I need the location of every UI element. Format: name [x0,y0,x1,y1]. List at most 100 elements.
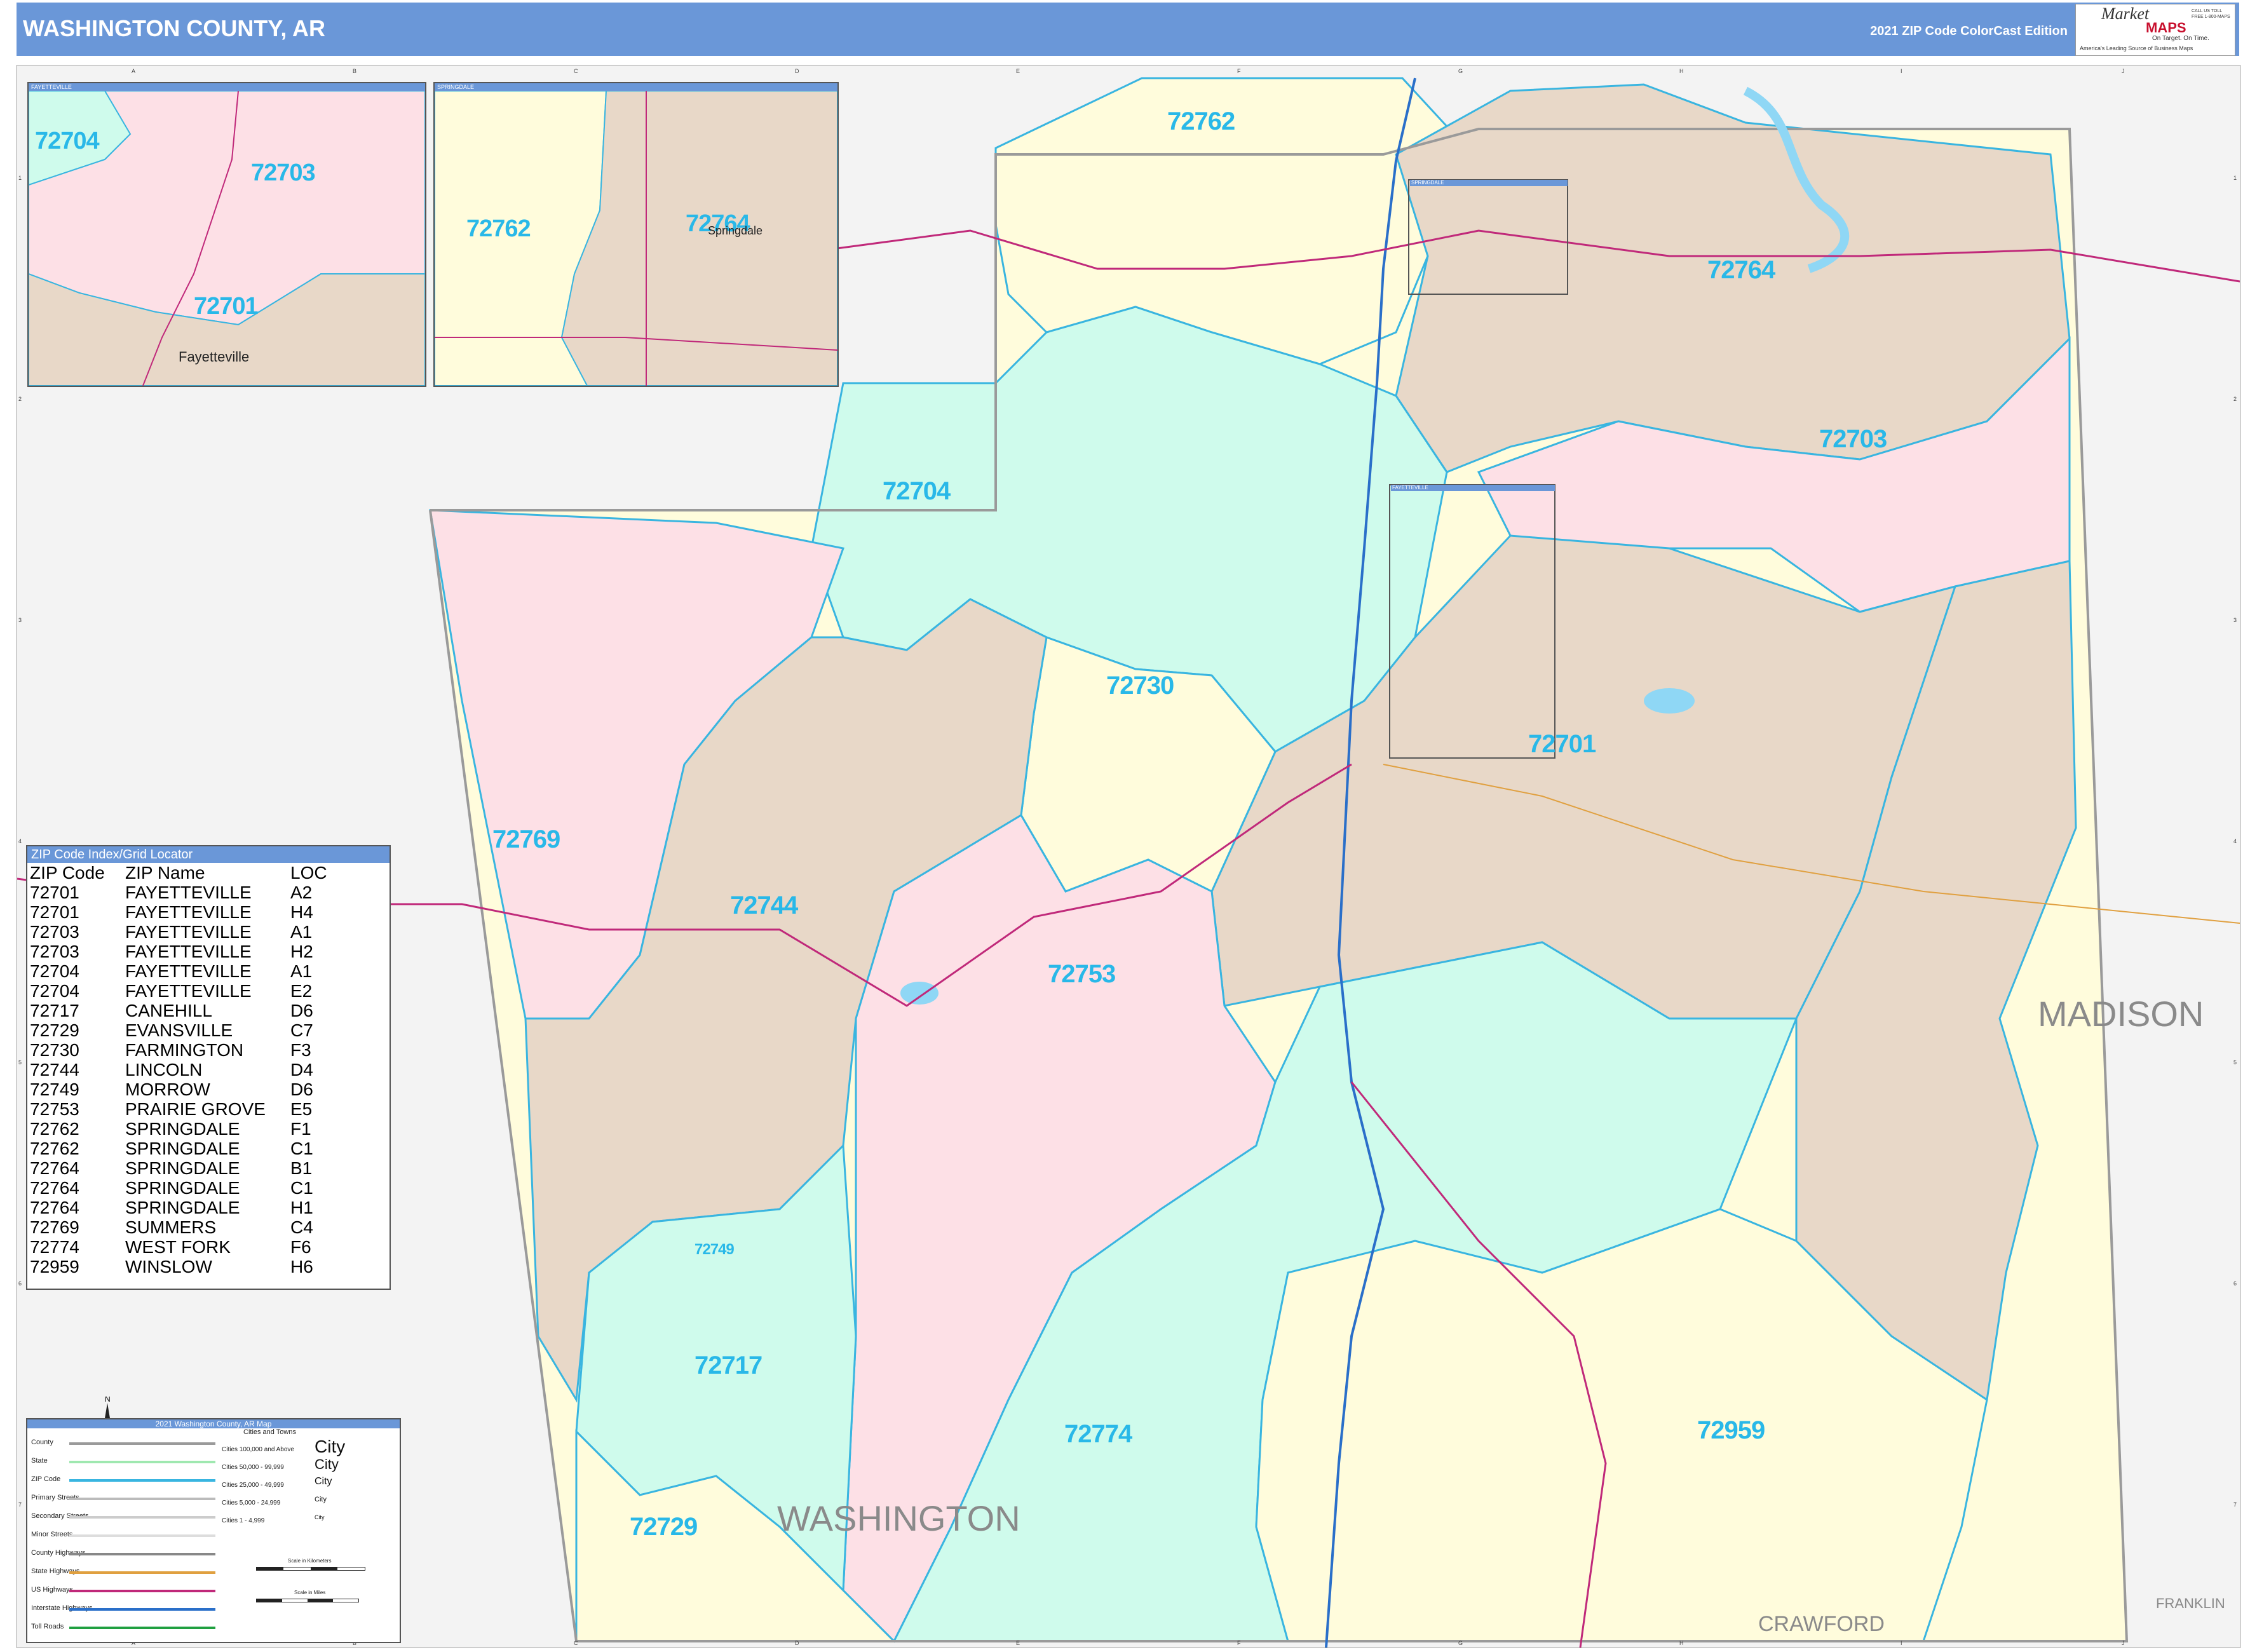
zip-label-72729[interactable]: 72729 [630,1513,698,1541]
zip-label-72717[interactable]: 72717 [695,1351,762,1380]
zip-label-72704[interactable]: 72704 [883,477,951,506]
zip-index-code: 72701 [30,902,79,922]
legend-city-size: Cities 100,000 and Above [222,1446,294,1453]
legend-line-swatch [69,1442,215,1445]
legend-scale-km-bar [256,1567,365,1571]
zip-label-72749[interactable]: 72749 [695,1241,735,1259]
grid-row-label: 7 [2233,1501,2237,1508]
grid-column-label: H [1679,68,1684,74]
fayetteville-inset[interactable]: FAYETTEVILLE 72704 72703 72701 Fayettevi… [27,82,426,387]
springdale-inset[interactable]: SPRINGDALE 72762 72764 Springdale [433,82,839,387]
legend-row-label: US Highways [31,1586,74,1594]
legend-cities-heading: Cities and Towns [243,1428,296,1436]
zip-label-72744[interactable]: 72744 [730,891,798,920]
zip-index-row: 72744 LINCOLN D4 [30,1060,327,1080]
grid-column-label: C [574,68,578,74]
legend-line-swatch [69,1608,215,1611]
legend-title: 2021 Washington County, AR Map [27,1419,400,1428]
legend-scale-mi-bar [256,1599,359,1602]
zip-index-row: 72730 FARMINGTON F3 [30,1040,327,1060]
zip-index-code: 72764 [30,1178,79,1198]
legend-city-sample: City [315,1495,327,1503]
zip-index-code: 72704 [30,981,79,1001]
zip-index-code: 72717 [30,1001,79,1020]
zip-index-row: 72729 EVANSVILLE C7 [30,1020,327,1040]
zip-index-code: 72729 [30,1020,79,1040]
zip-index-row: 72762 SPRINGDALE F1 [30,1119,327,1139]
legend-line-swatch [69,1534,215,1537]
zip-label-72730[interactable]: 72730 [1106,672,1174,700]
grid-row-label: 6 [18,1280,22,1287]
legend-city-size: Cities 5,000 - 24,999 [222,1500,281,1506]
zip-index-row: 72749 MORROW D6 [30,1080,327,1099]
zip-index-code: 72701 [30,883,79,902]
grid-column-label: J [2122,68,2125,74]
zip-index-code: 72774 [30,1237,79,1257]
zip-label-72701[interactable]: 72701 [1528,730,1596,759]
zip-label-72764[interactable]: 72764 [1707,256,1775,285]
grid-column-label: D [795,1640,799,1646]
grid-column-label: E [1016,68,1020,74]
grid-column-label: G [1458,1640,1463,1646]
zip-index-name: WINSLOW [125,1257,212,1276]
zip-index-header-row: ZIP Code ZIP Name LOC [30,863,327,883]
zip-index-header: ZIP Name [125,863,205,883]
zip-index-row: 72762 SPRINGDALE C1 [30,1139,327,1158]
grid-row-label: 7 [18,1501,22,1508]
inset-zip-label: 72762 [466,215,531,242]
legend-scale-km: Scale in Kilometers [288,1558,332,1564]
legend-line-swatch [69,1571,215,1574]
zip-index-name: LINCOLN [125,1060,203,1080]
springdale-frame-title: SPRINGDALE [1410,180,1568,186]
zip-label-72769[interactable]: 72769 [492,825,560,854]
lake-prairie [900,982,939,1005]
zip-index-title: ZIP Code Index/Grid Locator [27,846,390,863]
inset-zip-label: 72704 [35,128,100,154]
zip-index-name: SPRINGDALE [125,1198,240,1217]
grid-row-label: 3 [2233,617,2237,623]
zip-index-code: 72703 [30,922,79,942]
zip-index-loc: F3 [290,1040,311,1060]
legend-city-sample: City [315,1476,332,1487]
zip-label-72703[interactable]: 72703 [1819,425,1887,454]
grid-row-label: 6 [2233,1280,2237,1287]
fayetteville-frame-title: FAYETTEVILLE [1391,485,1555,491]
county-label-washington: WASHINGTON [777,1498,1020,1538]
zip-index-loc: H2 [290,942,313,961]
zip-label-72959[interactable]: 72959 [1697,1416,1765,1445]
zip-index-loc: E2 [290,981,313,1001]
grid-row-label: 2 [2233,396,2237,402]
grid-column-label: J [2122,1640,2125,1646]
zip-index-table: ZIP Code ZIP Name LOC 72701 FAYETTEVILLE A… [30,863,327,1276]
market-maps-logo[interactable]: Market MAPS On Target. On Time. America'… [2075,4,2235,56]
zip-index-name: SPRINGDALE [125,1119,240,1139]
county-label-crawford: CRAWFORD [1758,1612,1885,1636]
zip-index-name: WEST FORK [125,1237,231,1257]
zip-label-72774[interactable]: 72774 [1064,1420,1132,1449]
compass-n: N [105,1397,111,1404]
zip-index-body: 72701 FAYETTEVILLE A2 72701 FAYETTEVILLE H4 72… [30,883,327,1276]
grid-row-label: 4 [18,838,22,844]
zip-index-name: CANEHILL [125,1001,212,1020]
logo-maps-text: MAPS [2146,20,2186,36]
legend-row-label: Minor Streets [31,1531,73,1538]
zip-code-index: ZIP Code Index/Grid Locator ZIP Code ZIP… [26,845,391,1290]
zip-index-row: 72769 SUMMERS C4 [30,1217,327,1237]
inset-title: SPRINGDALE [435,83,837,91]
zip-index-name: FAYETTEVILLE [125,981,252,1001]
zip-index-code: 72764 [30,1198,79,1217]
zip-label-72753[interactable]: 72753 [1048,960,1116,989]
legend-line-swatch [69,1627,215,1629]
grid-column-label: A [132,68,135,74]
zip-index-name: FAYETTEVILLE [125,922,252,942]
zip-label-72762[interactable]: 72762 [1167,107,1235,136]
zip-index-code: 72703 [30,942,79,961]
grid-column-label: E [1016,1640,1020,1646]
zip-index-name: SUMMERS [125,1217,217,1237]
zip-index-row: 72703 FAYETTEVILLE A1 [30,922,327,942]
inset-city-label: Springdale [708,224,763,237]
county-label-franklin: FRANKLIN [2156,1595,2225,1611]
grid-column-label: F [1237,68,1241,74]
inset-zip-label: 72703 [251,159,316,186]
zip-index-name: FAYETTEVILLE [125,883,252,902]
